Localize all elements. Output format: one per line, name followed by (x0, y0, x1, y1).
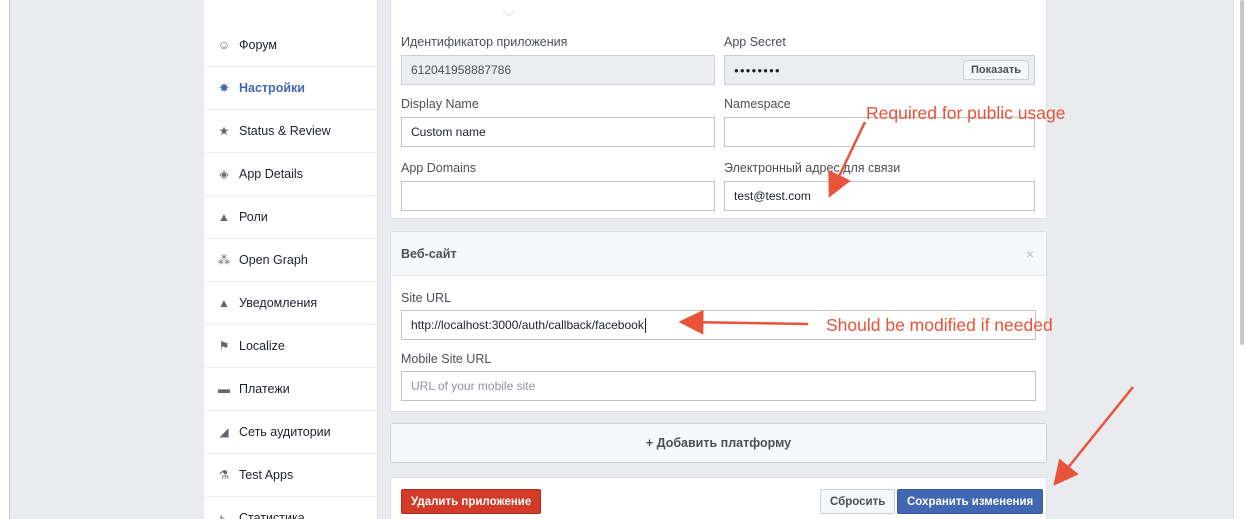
add-platform-label: + Добавить платформу (645, 436, 792, 450)
sidebar-item-label: Настройки (239, 81, 305, 95)
mobile-site-url-input[interactable]: URL of your mobile site (401, 371, 1036, 401)
tooltip-notch (502, 0, 516, 17)
display-name-label: Display Name (401, 97, 479, 111)
close-icon[interactable]: × (1026, 246, 1034, 262)
sidebar-item-label: Уведомления (239, 296, 318, 310)
sidebar-item-localize[interactable]: ⚑ Localize (204, 325, 378, 368)
sidebar-item-app-details[interactable]: ◈ App Details (204, 153, 378, 196)
app-id-label: Идентификатор приложения (401, 35, 568, 49)
star-icon: ★ (218, 124, 230, 138)
sidebar-item-label: Статистика (239, 511, 305, 519)
add-platform-button[interactable]: + Добавить платформу (390, 423, 1047, 463)
sidebar-item-label: Платежи (239, 382, 290, 396)
annotation-modified: Should be modified if needed (826, 315, 1053, 335)
sidebar-item-forum[interactable]: ☺ Форум (204, 24, 378, 67)
app-domains-label: App Domains (401, 161, 477, 175)
text-cursor (644, 317, 646, 333)
sidebar-item-label: Status & Review (239, 124, 331, 138)
left-border (9, 0, 10, 519)
sidebar-item-status-review[interactable]: ★ Status & Review (204, 110, 378, 153)
display-name-input[interactable]: Custom name (401, 117, 715, 147)
app-id-value: 612041958887786 (411, 63, 512, 77)
sidebar-item-label: Сеть аудитории (239, 425, 331, 439)
sidebar-item-label: App Details (239, 167, 303, 181)
sidebar-item-label: Test Apps (239, 468, 294, 482)
sidebar-item-notifications[interactable]: ▲ Уведомления (204, 282, 378, 325)
sidebar-item-open-graph[interactable]: ⁂ Open Graph (204, 239, 378, 282)
display-name-value: Custom name (411, 125, 486, 139)
sidebar-item-audience-network[interactable]: ◢ Сеть аудитории (204, 411, 378, 454)
sidebar-item-payments[interactable]: ▬ Платежи (204, 368, 378, 411)
sidebar-item-roles[interactable]: ▲ Роли (204, 196, 378, 239)
app-secret-value: ●●●●●●●● (734, 65, 781, 75)
sidebar-item-label: Форум (239, 38, 277, 52)
megaphone-icon: ◢ (219, 425, 229, 439)
flag-icon: ⚑ (218, 339, 230, 353)
arrow-to-save-button (1053, 386, 1134, 486)
warning-icon: ▲ (218, 296, 230, 310)
show-secret-button[interactable]: Показать (963, 60, 1029, 80)
app-domains-input[interactable] (401, 181, 715, 211)
site-url-value: http://localhost:3000/auth/callback/face… (411, 318, 644, 332)
forum-icon: ☺ (217, 38, 231, 52)
save-changes-button[interactable]: Сохранить изменения (897, 489, 1044, 514)
contact-email-label: Электронный адрес для связи (724, 161, 901, 175)
namespace-label: Namespace (724, 97, 791, 111)
actions-bar: Удалить приложение Сбросить Сохранить из… (390, 477, 1047, 519)
delete-app-button[interactable]: Удалить приложение (401, 489, 542, 514)
reset-button[interactable]: Сбросить (820, 489, 896, 514)
sidebar-item-settings[interactable]: ✸ Настройки (204, 67, 378, 110)
sidebar-item-label: Localize (239, 339, 285, 353)
settings-sidebar: ☺ Форум ✸ Настройки ★ Status & Review ◈ … (204, 0, 378, 519)
website-panel-title: Веб-сайт (401, 246, 457, 261)
box-icon: ◈ (219, 167, 229, 181)
sidebar-item-statistics[interactable]: ⊾ Статистика (204, 497, 378, 519)
annotation-required: Required for public usage (866, 103, 1066, 123)
person-icon: ▲ (218, 210, 230, 224)
card-icon: ▬ (218, 382, 230, 396)
app-id-field[interactable]: 612041958887786 (401, 55, 715, 85)
app-secret-label: App Secret (724, 35, 786, 49)
flask-icon: ⚗ (218, 468, 230, 482)
site-url-label: Site URL (401, 291, 452, 305)
sidebar-item-test-apps[interactable]: ⚗ Test Apps (204, 454, 378, 497)
sidebar-item-label: Роли (239, 210, 268, 224)
mobile-site-url-label: Mobile Site URL (401, 352, 492, 366)
mobile-site-url-placeholder: URL of your mobile site (411, 379, 536, 393)
contact-email-value: test@test.com (734, 189, 811, 203)
sidebar-item-label: Open Graph (239, 253, 308, 267)
chart-icon: ⊾ (218, 511, 230, 519)
website-panel-header: Веб-сайт (391, 232, 1046, 276)
graph-icon: ⁂ (218, 253, 230, 267)
contact-email-input[interactable]: test@test.com (724, 181, 1035, 211)
scrollbar-thumb[interactable] (1240, 0, 1244, 345)
gear-icon: ✸ (218, 81, 230, 95)
